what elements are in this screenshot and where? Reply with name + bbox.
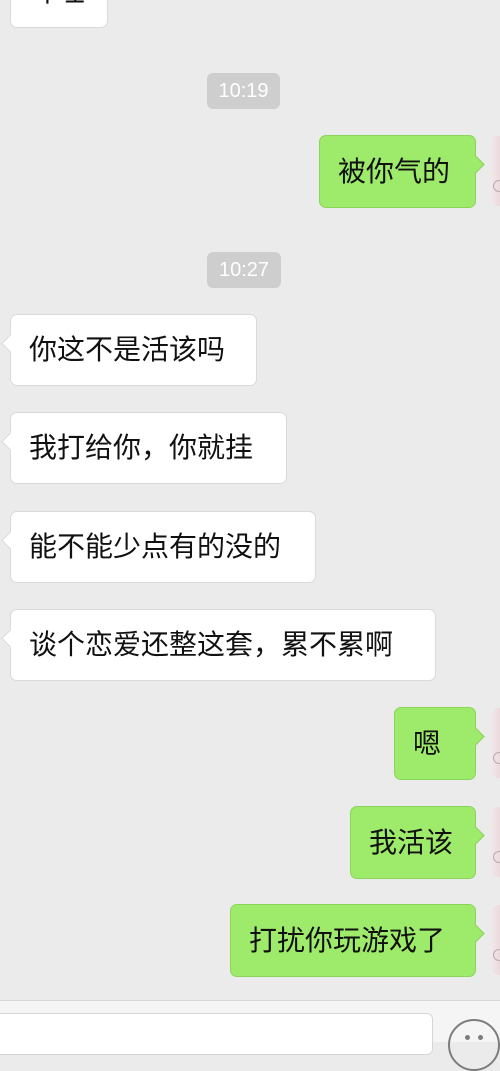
message-bubble-incoming[interactable]: 我打给你，你就挂 bbox=[1, 412, 287, 484]
message-text: 我活该 bbox=[369, 825, 454, 859]
my-avatar[interactable] bbox=[492, 708, 500, 778]
message-bubble-outgoing[interactable]: 打扰你玩游戏了 bbox=[230, 904, 485, 977]
my-avatar[interactable] bbox=[492, 905, 500, 975]
emoji-face-icon[interactable] bbox=[448, 1019, 500, 1071]
message-bubble-incoming[interactable]: 谈个恋爱还整这套，累不累啊 bbox=[1, 609, 436, 681]
input-bar bbox=[0, 1000, 500, 1071]
timestamp: 10:27 bbox=[207, 252, 281, 288]
timestamp-text: 10:19 bbox=[218, 80, 269, 102]
message-text: 谈个恋爱还整这套，累不累啊 bbox=[29, 628, 394, 661]
timestamp: 10:19 bbox=[207, 73, 280, 109]
message-text: 我打给你，你就挂 bbox=[29, 431, 254, 464]
my-avatar[interactable] bbox=[492, 136, 500, 206]
message-bubble-outgoing[interactable]: 嗯 bbox=[394, 707, 485, 780]
my-avatar[interactable] bbox=[492, 807, 500, 877]
message-bubble-incoming[interactable]: 能不能少点有的没的 bbox=[1, 511, 316, 583]
message-text: 能不能少点有的没的 bbox=[29, 530, 282, 563]
message-bubble-incoming[interactable]: 叶哇 bbox=[10, 0, 108, 28]
chat-area[interactable]: 叶哇 10:19 被你气的 10:27 你这不是活该吗 我打给你，你就挂 能不能… bbox=[0, 0, 500, 1000]
message-text: 嗯 bbox=[413, 726, 442, 760]
message-text: 被你气的 bbox=[338, 154, 451, 188]
timestamp-text: 10:27 bbox=[218, 259, 270, 281]
message-bubble-outgoing[interactable]: 被你气的 bbox=[319, 135, 485, 208]
message-text: 你这不是活该吗 bbox=[29, 333, 226, 366]
message-bubble-outgoing[interactable]: 我活该 bbox=[350, 806, 485, 879]
message-text: 叶哇 bbox=[29, 0, 85, 9]
message-bubble-incoming[interactable]: 你这不是活该吗 bbox=[1, 314, 257, 386]
message-input[interactable] bbox=[0, 1013, 433, 1055]
message-text: 打扰你玩游戏了 bbox=[249, 923, 446, 957]
